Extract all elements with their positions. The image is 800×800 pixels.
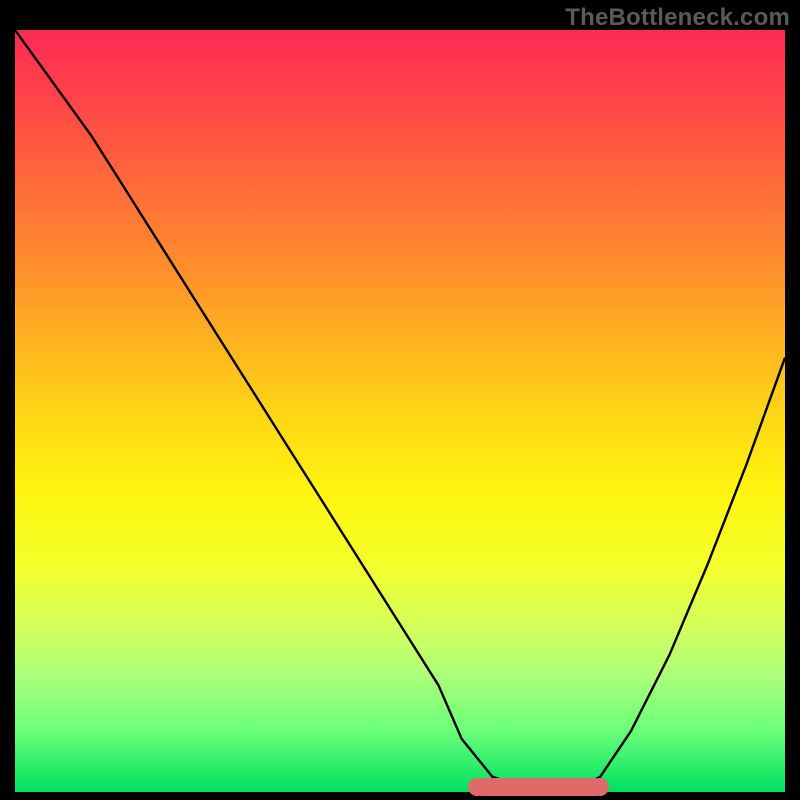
optimal-range-band — [473, 778, 604, 796]
optimal-range-left-dot — [468, 778, 486, 796]
optimal-range-right-dot — [591, 778, 609, 796]
plot-area — [15, 30, 785, 792]
chart-frame: TheBottleneck.com — [0, 0, 800, 800]
watermark-text: TheBottleneck.com — [565, 4, 790, 32]
curve-path — [15, 30, 785, 792]
bottleneck-curve — [15, 30, 785, 792]
